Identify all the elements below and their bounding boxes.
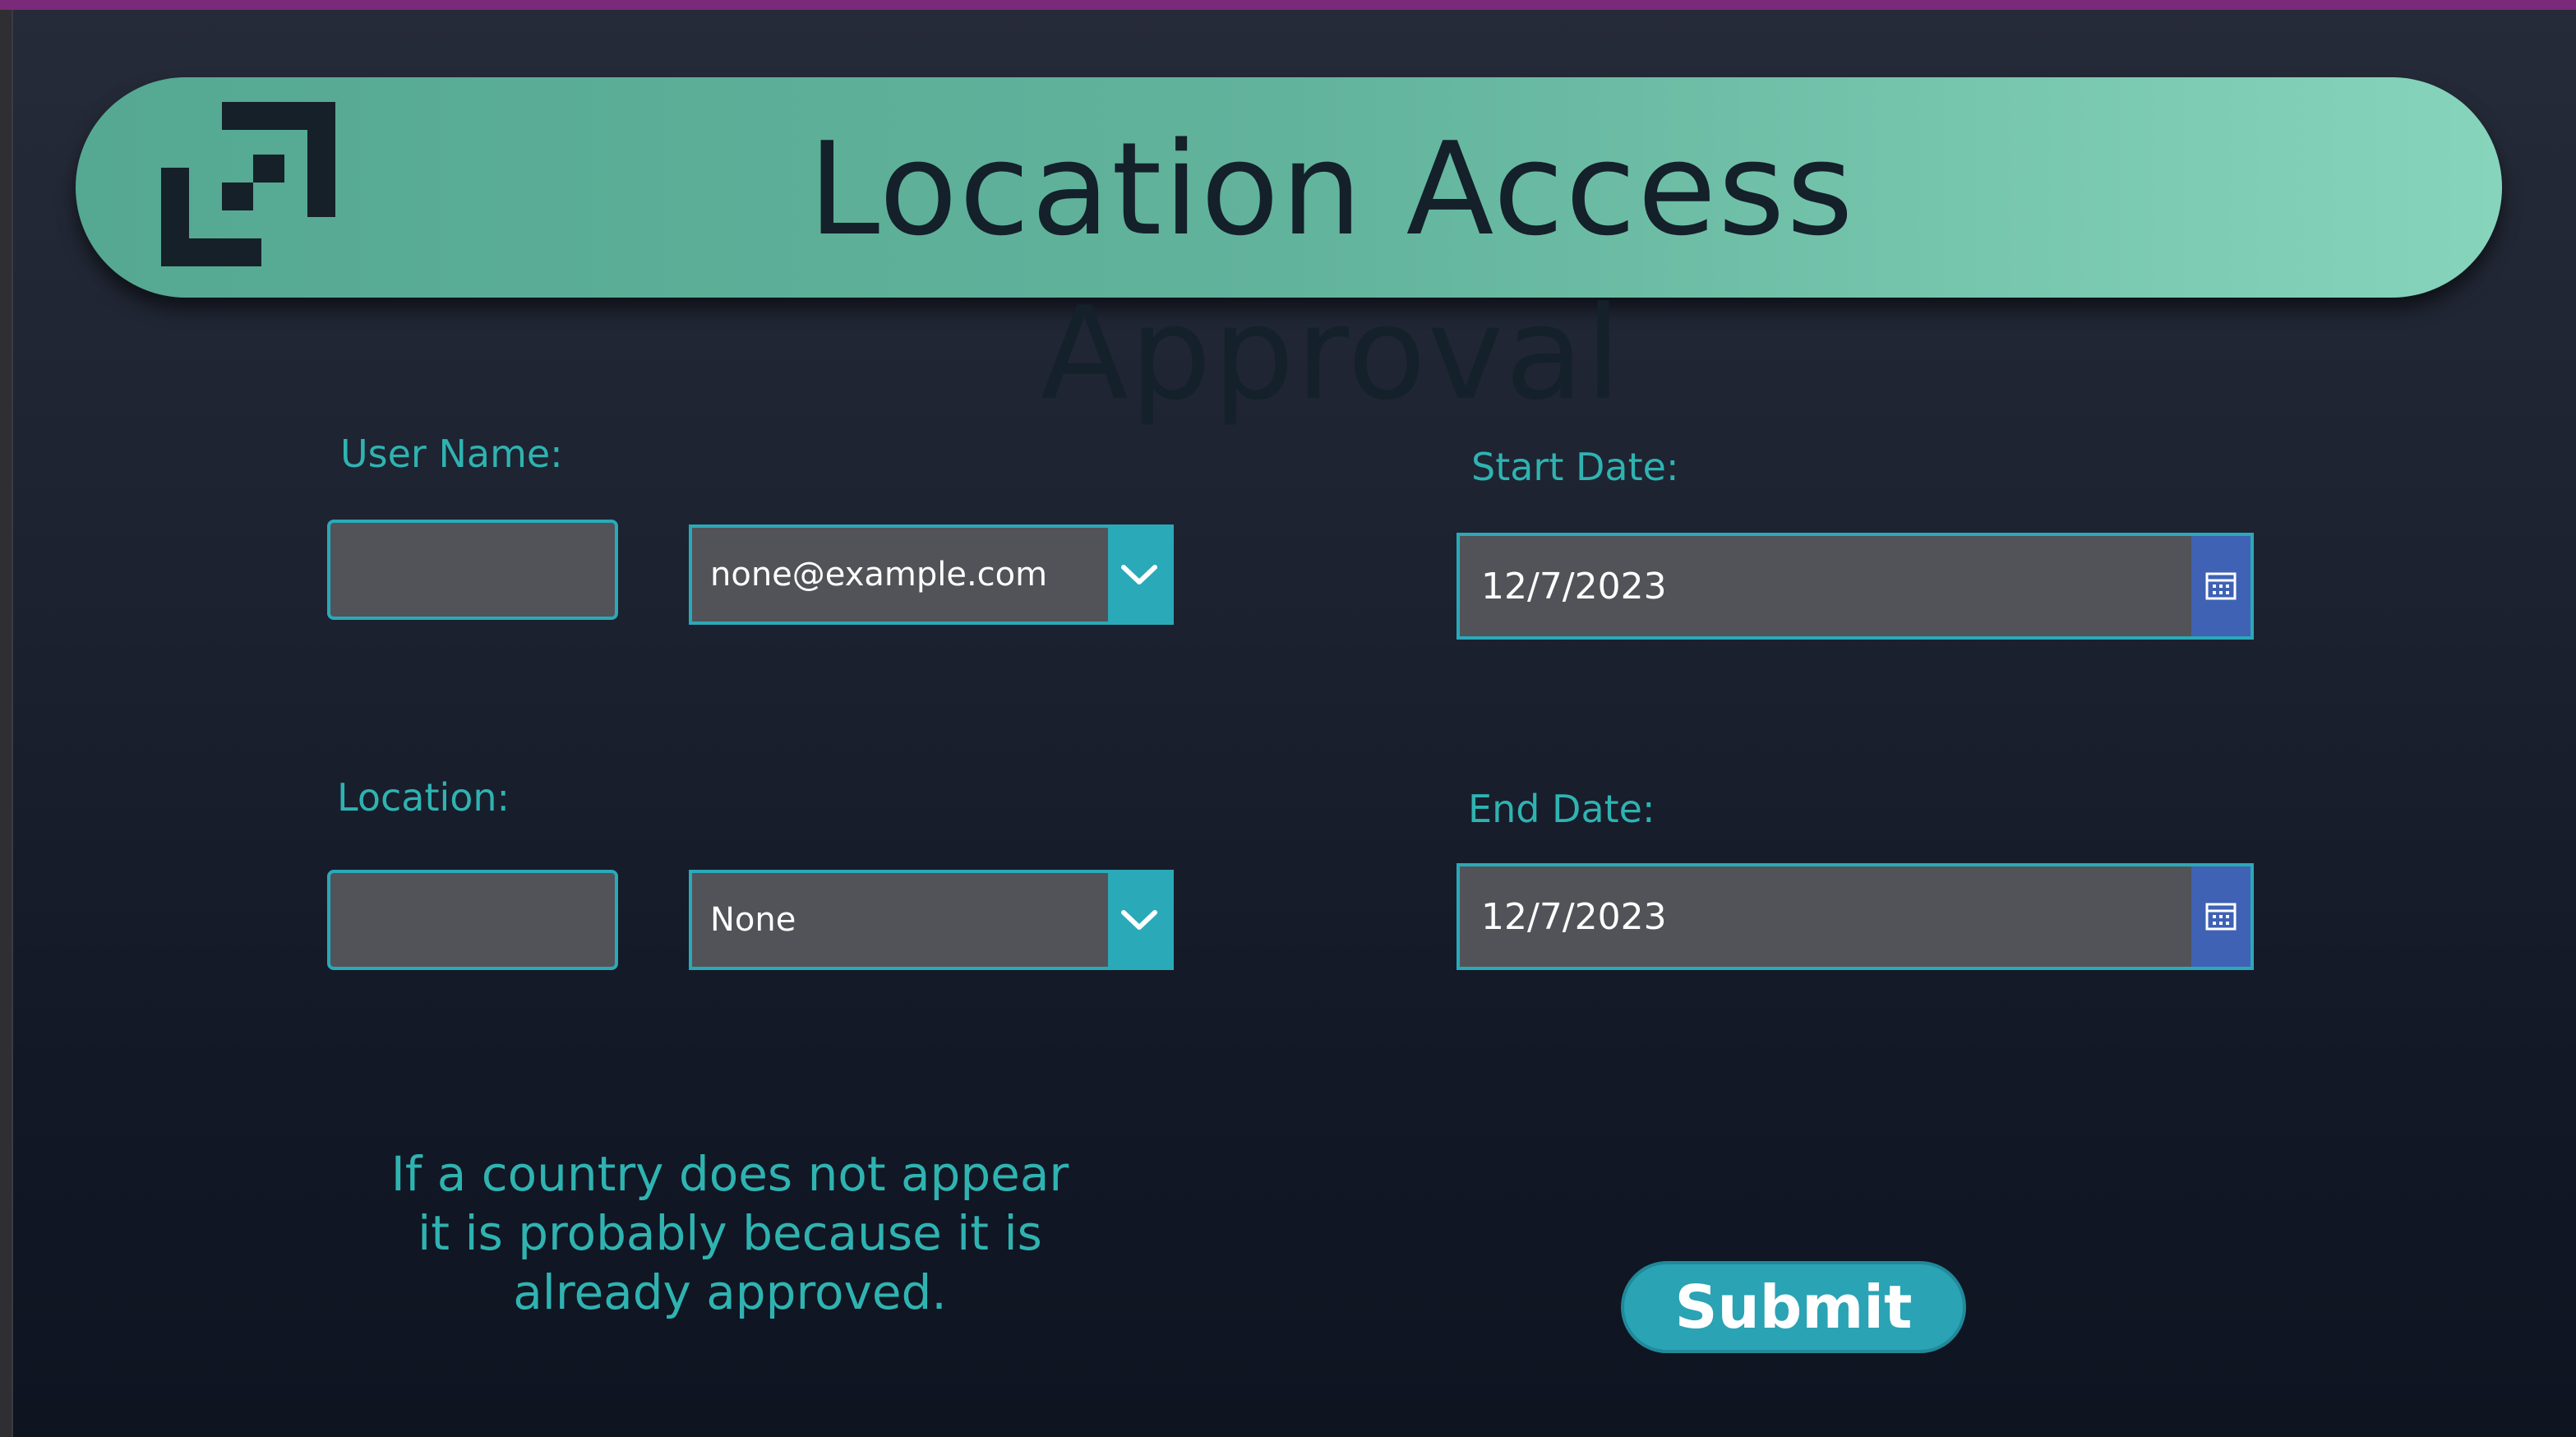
user-name-label: User Name: — [340, 432, 563, 476]
submit-button[interactable]: Submit — [1621, 1261, 1966, 1353]
window-top-strip — [0, 0, 2576, 10]
left-edge-border — [0, 10, 13, 1437]
location-dropdown-value: None — [710, 901, 796, 939]
info-message: If a country does not appear it is proba… — [390, 1146, 1069, 1320]
user-email-dropdown[interactable]: none@example.com — [689, 524, 1174, 625]
location-input[interactable] — [327, 870, 618, 970]
calendar-icon[interactable] — [2191, 536, 2251, 636]
end-date-label: End Date: — [1468, 787, 1655, 831]
brand-logo-icon — [161, 102, 335, 266]
start-date-label: Start Date: — [1471, 445, 1679, 489]
calendar-icon[interactable] — [2191, 866, 2251, 967]
chevron-down-icon[interactable] — [1108, 528, 1170, 621]
location-label: Location: — [337, 775, 510, 820]
app-screen: Location Access Approval User Name: none… — [0, 0, 2576, 1437]
user-email-dropdown-value: none@example.com — [710, 556, 1048, 594]
user-name-input[interactable] — [327, 520, 618, 620]
start-date-picker[interactable]: 12/7/2023 — [1457, 533, 2254, 640]
chevron-down-icon[interactable] — [1108, 873, 1170, 967]
end-date-picker[interactable]: 12/7/2023 — [1457, 863, 2254, 970]
page-title: Location Access Approval — [808, 114, 1855, 428]
start-date-value: 12/7/2023 — [1481, 565, 1667, 608]
location-dropdown[interactable]: None — [689, 870, 1174, 970]
end-date-value: 12/7/2023 — [1481, 895, 1667, 938]
